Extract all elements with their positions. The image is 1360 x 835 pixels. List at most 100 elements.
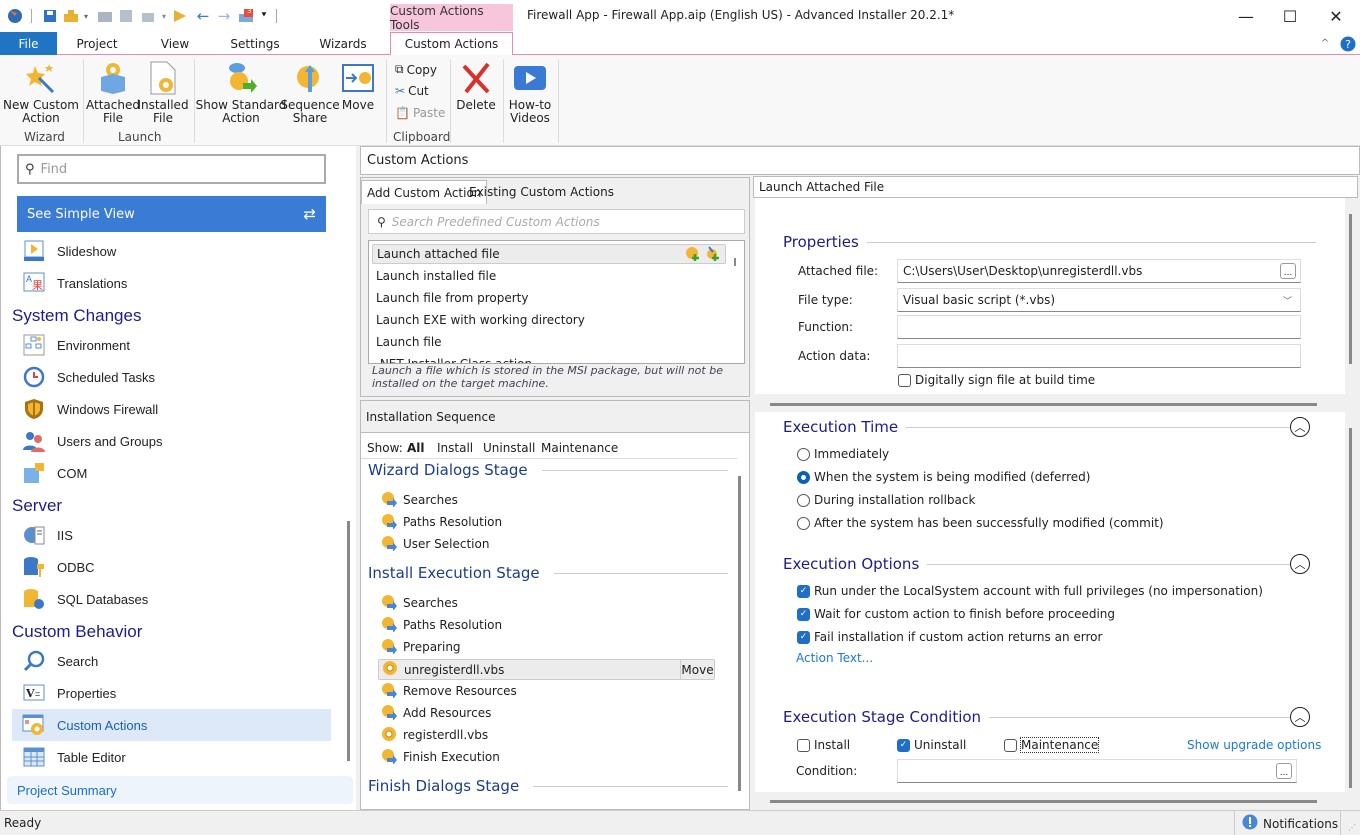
sidebar-item-table-editor[interactable]: Table Editor [12,741,331,773]
app-logo-icon[interactable] [6,7,24,25]
sidebar-item-com[interactable]: COM [12,457,331,489]
tab-settings[interactable]: Settings [220,32,290,55]
radio-immediately[interactable]: Immediately [797,447,889,461]
publish-dropdown-icon[interactable]: ▾ [160,7,168,25]
sequence-item[interactable]: Searches [381,593,458,613]
sequence-item[interactable]: Paths Resolution [381,512,502,532]
delete-button[interactable]: Delete [455,59,497,112]
move-button[interactable]: Move [338,59,378,112]
rebuild-icon[interactable] [96,7,114,25]
list-item[interactable]: Launch file [376,332,442,352]
sidebar-item-users-and-groups[interactable]: Users and Groups [12,425,331,457]
filter-install[interactable]: Install [437,441,473,455]
sequence-scrollbar[interactable] [738,476,741,791]
sidebar-item-custom-actions[interactable]: Custom Actions [12,709,331,741]
list-item[interactable]: Launch file from property [376,288,528,308]
add-sequence-action-icon[interactable] [685,246,701,265]
radio-deferred[interactable]: When the system is being modified (defer… [797,470,1090,484]
sequence-item[interactable]: Preparing [381,637,461,657]
move-inline-button[interactable]: Move [680,660,714,679]
splitter[interactable] [770,800,1317,803]
show-standard-action-button[interactable]: Show Standard Action [196,59,286,125]
function-field[interactable] [897,315,1301,339]
tab-view[interactable]: View [145,32,205,55]
condition-field[interactable]: ... [897,759,1297,783]
sidebar-item-environment[interactable]: Environment [12,329,331,361]
build-dropdown-icon[interactable]: ▾ [82,7,90,25]
find-input[interactable]: ⚲ Find [17,154,326,184]
sequence-item-selected[interactable]: unregisterdll.vbs Move [378,659,715,680]
minimize-button[interactable]: — [1223,0,1269,32]
checkbox-install[interactable]: Install [797,738,850,752]
action-text-link[interactable]: Action Text... [796,651,873,665]
forward-arrow-icon[interactable]: → [215,7,233,25]
filter-all[interactable]: All [407,441,425,455]
help-icon[interactable]: ? [1340,32,1356,55]
list-item-selected[interactable]: Launch attached file [372,244,726,264]
checkbox-fail-on-error[interactable]: ✓ Fail installation if custom action retu… [797,630,1102,644]
save-as-icon[interactable] [117,7,135,25]
browse-button[interactable]: ... [1280,263,1296,279]
sequence-share-button[interactable]: Sequence Share [280,59,340,125]
sidebar-item-translations[interactable]: A 果 Translations [12,267,331,299]
sidebar-item-scheduled-tasks[interactable]: Scheduled Tasks [12,361,331,393]
resize-grip-icon[interactable]: ⋰ [1348,823,1356,832]
sequence-item[interactable]: Finish Execution [381,747,500,767]
sequence-item[interactable]: Remove Resources [381,681,517,701]
collapse-ribbon-icon[interactable]: ^ [1318,32,1332,55]
sequence-item[interactable]: Paths Resolution [381,615,502,635]
publish-icon[interactable] [140,7,158,25]
checkbox-uninstall[interactable]: ✓ Uninstall [897,738,966,752]
sidebar-item-sql-databases[interactable]: SQL Databases [12,583,331,615]
sidebar-item-windows-firewall[interactable]: Windows Firewall [12,393,331,425]
close-button[interactable]: ✕ [1313,0,1359,32]
notifications-button[interactable]: Notifications [1242,814,1338,833]
tab-wizards[interactable]: Wizards [308,32,378,55]
project-summary-button[interactable]: Project Summary [7,776,353,804]
customize-toolbar-icon[interactable]: ⯆ [258,7,270,25]
action-data-field[interactable] [897,344,1301,368]
copy-button[interactable]: ⧉ Copy [395,62,437,77]
installed-file-button[interactable]: Installed File [137,59,189,125]
file-type-select[interactable]: Visual basic script (*.vbs) ﹀ [897,288,1301,312]
back-arrow-icon[interactable]: ← [194,7,212,25]
sidebar-item-search[interactable]: Search [12,645,331,677]
maximize-button[interactable]: ☐ [1267,0,1313,32]
details-top-scrollbar[interactable] [1349,214,1352,364]
new-custom-action-button[interactable]: New Custom Action [3,59,79,125]
list-scrollbar[interactable] [734,258,736,266]
sidebar-item-iis[interactable]: IIS [12,519,331,551]
see-simple-view-button[interactable]: See Simple View ⇄ [17,196,326,232]
list-item[interactable]: .NET Installer Class action [376,354,532,363]
splitter[interactable] [770,403,1317,406]
sequence-item[interactable]: Add Resources [381,703,491,723]
list-item[interactable]: Launch installed file [376,266,496,286]
tab-project[interactable]: Project [62,32,132,55]
paste-button[interactable]: 📋 Paste [395,106,445,120]
tab-file[interactable]: File [0,32,57,55]
save-icon[interactable] [41,7,59,25]
list-item[interactable]: Launch EXE with working directory [376,310,585,330]
filter-uninstall[interactable]: Uninstall [483,441,535,455]
cut-button[interactable]: ✂ Cut [395,84,429,98]
checkbox-wait-finish[interactable]: ✓ Wait for custom action to finish before… [797,607,1115,621]
checkbox-maintenance[interactable]: Maintenance [1004,737,1100,753]
sidebar-item-properties[interactable]: V = Properties [12,677,331,709]
sequence-item[interactable]: User Selection [381,534,489,554]
collapse-execution-time-button[interactable]: ︿ [1290,417,1310,437]
sequence-item[interactable]: registerdll.vbs [381,725,488,745]
sidebar-scrollbar[interactable] [347,521,350,761]
details-bottom-scrollbar[interactable] [1349,428,1352,788]
howto-videos-button[interactable]: How-to Videos [507,59,553,125]
radio-rollback[interactable]: During installation rollback [797,493,975,507]
filter-maintenance[interactable]: Maintenance [541,441,618,455]
radio-commit[interactable]: After the system has been successfully m… [797,516,1164,530]
collapse-stage-condition-button[interactable]: ︿ [1290,707,1310,727]
digitally-sign-checkbox[interactable]: Digitally sign file at build time [898,373,1095,387]
build-icon[interactable] [62,7,80,25]
run-icon[interactable] [170,7,188,25]
sidebar-item-slideshow[interactable]: Slideshow [12,235,331,267]
attached-file-field[interactable]: C:\Users\User\Desktop\unregisterdll.vbs.… [897,259,1301,283]
notifications-badge-icon[interactable]: 3 [238,7,256,25]
show-upgrade-options-link[interactable]: Show upgrade options [1187,738,1321,752]
